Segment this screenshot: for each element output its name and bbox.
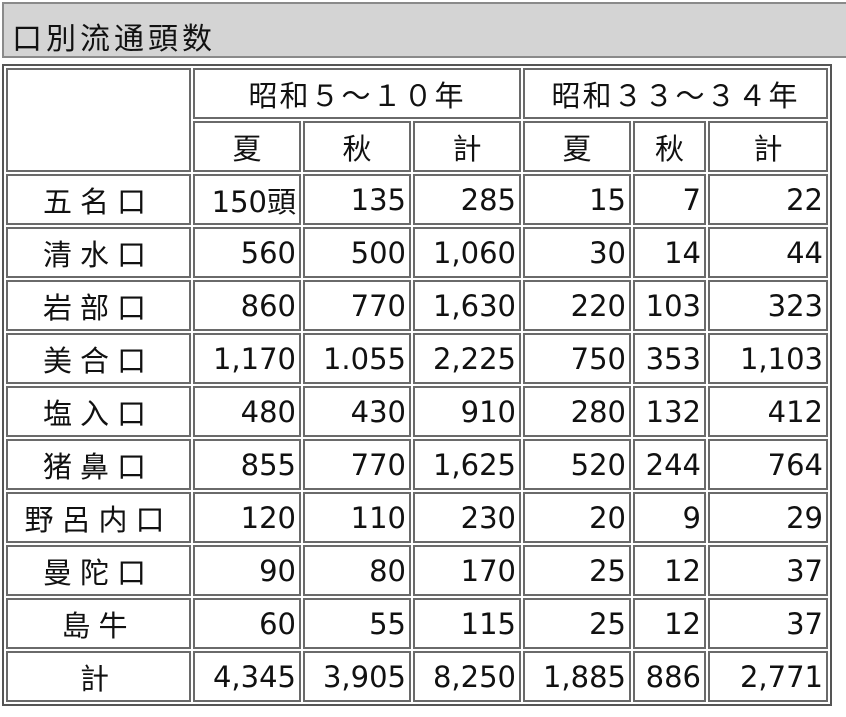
table-row: 島牛 60 55 115 25 12 37 xyxy=(6,598,828,649)
cell-b-summer: 15 xyxy=(523,174,631,225)
cell-a-summer: 860 xyxy=(193,280,301,331)
cell-a-autumn: 135 xyxy=(303,174,411,225)
table-row: 計 4,345 3,905 8,250 1,885 886 2,771 xyxy=(6,651,828,702)
table-row: 岩部口 860 770 1,630 220 103 323 xyxy=(6,280,828,331)
cell-a-total: 910 xyxy=(413,386,521,437)
cell-b-autumn: 244 xyxy=(633,439,706,490)
table-row: 五名口 150頭 135 285 15 7 22 xyxy=(6,174,828,225)
header-b-summer: 夏 xyxy=(523,121,631,172)
cell-b-autumn: 103 xyxy=(633,280,706,331)
cell-b-total: 37 xyxy=(708,598,828,649)
data-table: 昭和５～１０年 昭和３３～３４年 夏 秋 計 夏 秋 計 五名口 150頭 135 2… xyxy=(2,64,832,706)
page: 口別流通頭数 昭和５～１０年 昭和３３～３４年 夏 秋 計 夏 秋 計 五名口 1… xyxy=(0,0,846,717)
header-a-summer: 夏 xyxy=(193,121,301,172)
cell-b-total: 1,103 xyxy=(708,333,828,384)
cell-b-autumn: 132 xyxy=(633,386,706,437)
cell-b-total: 764 xyxy=(708,439,828,490)
cell-b-autumn: 12 xyxy=(633,545,706,596)
cell-a-total: 8,250 xyxy=(413,651,521,702)
header-a-total: 計 xyxy=(413,121,521,172)
cell-a-autumn: 770 xyxy=(303,439,411,490)
group-header-a: 昭和５～１０年 xyxy=(193,68,521,119)
cell-b-summer: 280 xyxy=(523,386,631,437)
table-row: 猪鼻口 855 770 1,625 520 244 764 xyxy=(6,439,828,490)
cell-b-summer: 520 xyxy=(523,439,631,490)
cell-b-autumn: 886 xyxy=(633,651,706,702)
cell-a-summer: 560 xyxy=(193,227,301,278)
row-label: 計 xyxy=(6,651,191,702)
cell-a-summer: 1,170 xyxy=(193,333,301,384)
cell-b-autumn: 9 xyxy=(633,492,706,543)
cell-b-summer: 750 xyxy=(523,333,631,384)
row-label: 曼陀口 xyxy=(6,545,191,596)
cell-a-summer: 855 xyxy=(193,439,301,490)
title-bar: 口別流通頭数 xyxy=(2,2,846,58)
cell-a-autumn: 3,905 xyxy=(303,651,411,702)
cell-b-summer: 25 xyxy=(523,545,631,596)
row-label: 猪鼻口 xyxy=(6,439,191,490)
row-label: 島牛 xyxy=(6,598,191,649)
cell-a-total: 2,225 xyxy=(413,333,521,384)
header-a-autumn: 秋 xyxy=(303,121,411,172)
cell-b-total: 44 xyxy=(708,227,828,278)
cell-b-summer: 1,885 xyxy=(523,651,631,702)
cell-a-total: 1,625 xyxy=(413,439,521,490)
cell-b-total: 2,771 xyxy=(708,651,828,702)
cell-b-autumn: 353 xyxy=(633,333,706,384)
cell-a-total: 170 xyxy=(413,545,521,596)
cell-b-total: 29 xyxy=(708,492,828,543)
cell-a-total: 285 xyxy=(413,174,521,225)
header-row-groups: 昭和５～１０年 昭和３３～３４年 xyxy=(6,68,828,172)
cell-a-summer: 4,345 xyxy=(193,651,301,702)
row-label: 岩部口 xyxy=(6,280,191,331)
cell-b-summer: 20 xyxy=(523,492,631,543)
header-b-total: 計 xyxy=(708,121,828,172)
cell-b-total: 323 xyxy=(708,280,828,331)
cell-a-autumn: 500 xyxy=(303,227,411,278)
cell-b-total: 22 xyxy=(708,174,828,225)
cell-b-total: 37 xyxy=(708,545,828,596)
cell-a-total: 1,060 xyxy=(413,227,521,278)
cell-a-total: 230 xyxy=(413,492,521,543)
cell-a-autumn: 55 xyxy=(303,598,411,649)
cell-a-summer: 480 xyxy=(193,386,301,437)
cell-b-summer: 220 xyxy=(523,280,631,331)
header-b-autumn: 秋 xyxy=(633,121,706,172)
cell-a-summer: 90 xyxy=(193,545,301,596)
cell-a-summer: 60 xyxy=(193,598,301,649)
corner-cell xyxy=(6,68,191,172)
table-row: 野呂内口 120 110 230 20 9 29 xyxy=(6,492,828,543)
cell-a-autumn: 110 xyxy=(303,492,411,543)
table-row: 塩入口 480 430 910 280 132 412 xyxy=(6,386,828,437)
cell-a-autumn: 1.055 xyxy=(303,333,411,384)
cell-a-summer: 150頭 xyxy=(193,174,301,225)
cell-a-autumn: 80 xyxy=(303,545,411,596)
row-label: 塩入口 xyxy=(6,386,191,437)
row-label: 美合口 xyxy=(6,333,191,384)
table-body: 五名口 150頭 135 285 15 7 22 清水口 560 500 1,060 30 14 44 岩部… xyxy=(6,174,828,702)
group-header-b: 昭和３３～３４年 xyxy=(523,68,828,119)
row-label: 五名口 xyxy=(6,174,191,225)
page-title: 口別流通頭数 xyxy=(12,22,216,57)
cell-b-summer: 30 xyxy=(523,227,631,278)
cell-a-autumn: 430 xyxy=(303,386,411,437)
cell-a-total: 1,630 xyxy=(413,280,521,331)
table-row: 清水口 560 500 1,060 30 14 44 xyxy=(6,227,828,278)
cell-b-autumn: 12 xyxy=(633,598,706,649)
cell-b-autumn: 7 xyxy=(633,174,706,225)
table-row: 美合口 1,170 1.055 2,225 750 353 1,103 xyxy=(6,333,828,384)
cell-b-autumn: 14 xyxy=(633,227,706,278)
row-label: 野呂内口 xyxy=(6,492,191,543)
cell-b-summer: 25 xyxy=(523,598,631,649)
cell-a-summer: 120 xyxy=(193,492,301,543)
table-row: 曼陀口 90 80 170 25 12 37 xyxy=(6,545,828,596)
cell-a-total: 115 xyxy=(413,598,521,649)
row-label: 清水口 xyxy=(6,227,191,278)
cell-b-total: 412 xyxy=(708,386,828,437)
cell-a-autumn: 770 xyxy=(303,280,411,331)
